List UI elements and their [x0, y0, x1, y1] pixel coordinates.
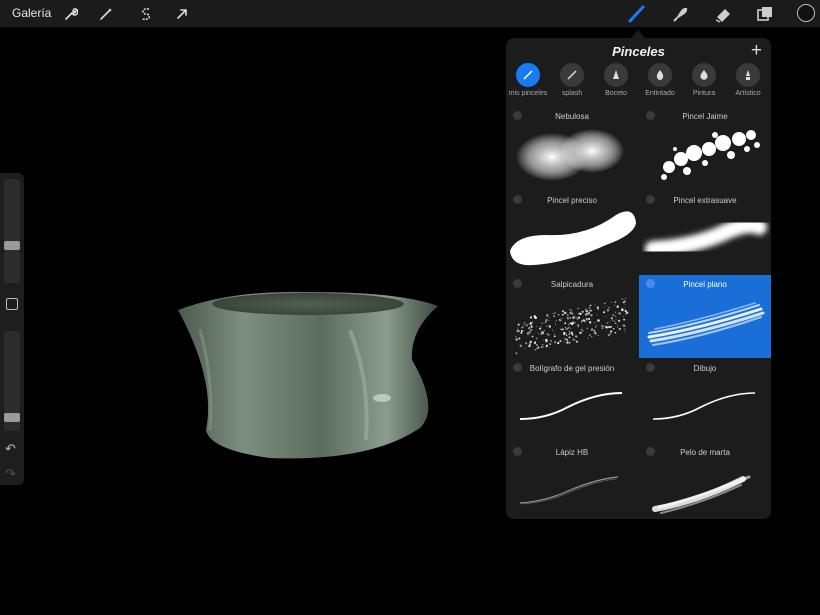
canvas-artwork	[170, 290, 450, 475]
undo-icon[interactable]: ↶	[5, 441, 16, 457]
brush-preview	[510, 211, 636, 266]
paint-drop-icon	[692, 63, 716, 87]
brush-set-icon	[560, 63, 584, 87]
add-brush-icon[interactable]: +	[751, 40, 762, 62]
brush-pelo-de-marta[interactable]: Pelo de marta	[639, 443, 771, 519]
brush-preview	[645, 217, 767, 257]
brush-name: Pincel preciso	[547, 196, 597, 205]
gallery-button[interactable]: Galería	[12, 6, 51, 20]
brush-name: Pelo de marta	[680, 448, 730, 457]
brush-preview	[652, 475, 751, 514]
brush-preview	[647, 302, 765, 346]
layers-icon[interactable]	[754, 3, 776, 25]
redo-icon[interactable]: ↷	[5, 466, 16, 482]
ink-drop-icon	[648, 63, 672, 87]
brush-name: Lápiz HB	[555, 448, 589, 457]
opacity-thumb[interactable]	[4, 412, 20, 422]
brush-set-label: mis pinceles	[508, 90, 548, 97]
brush-pincel-preciso[interactable]: Pincel preciso	[506, 191, 638, 274]
eraser-icon[interactable]	[712, 3, 734, 25]
brush-set-label: Pintura	[692, 90, 716, 97]
brush-salpicadura[interactable]: Salpicadura	[506, 275, 638, 358]
brush-set-row: mis pinceles splash Boceto Entintado Pin…	[506, 63, 771, 101]
brush-name: Pincel extrasuave	[673, 196, 737, 205]
brush-set-label: splash	[561, 90, 583, 97]
brush-nebulosa[interactable]: Nebulosa	[506, 107, 638, 190]
brush-preview	[519, 476, 619, 505]
pencil-tip-icon	[604, 63, 628, 87]
brush-preview	[519, 392, 623, 420]
brush-icon[interactable]	[626, 3, 648, 25]
side-toolbar: ↶ ↷	[0, 173, 24, 485]
color-picker-button[interactable]	[797, 4, 815, 22]
brush-set-icon	[516, 63, 540, 87]
fountain-pen-icon	[736, 63, 760, 87]
brush-set-splash[interactable]: splash	[550, 63, 594, 97]
brush-preview	[661, 130, 760, 180]
brush-preview	[515, 298, 629, 355]
brush-size-thumb[interactable]	[4, 240, 20, 250]
brush-name: Pincel plano	[683, 280, 727, 289]
brush-dibujo[interactable]: Dibujo	[639, 359, 771, 442]
brush-set-mis-pinceles[interactable]: mis pinceles	[506, 63, 550, 97]
selection-s-icon[interactable]	[136, 4, 156, 24]
brush-pincel-jaime[interactable]: Pincel Jaime	[639, 107, 771, 190]
brush-library-panel: Pinceles + mis pinceles splash Boceto En…	[506, 38, 771, 519]
brush-name: Bolígrafo de gel presión	[529, 364, 615, 373]
brush-pincel-plano[interactable]: Pincel plano	[639, 275, 771, 358]
panel-title: Pinceles	[612, 44, 665, 59]
brush-set-label: Boceto	[605, 90, 627, 97]
brush-set-artistico[interactable]: Artístico	[726, 63, 770, 97]
brush-pincel-extrasuave[interactable]: Pincel extrasuave	[639, 191, 771, 274]
brush-set-pintura[interactable]: Pintura	[682, 63, 726, 97]
transform-arrow-icon[interactable]	[172, 4, 192, 24]
brush-lapiz-hb[interactable]: Lápiz HB	[506, 443, 638, 519]
brush-preview	[652, 392, 756, 420]
modify-button[interactable]	[6, 298, 18, 310]
brush-name: Salpicadura	[550, 280, 594, 289]
brush-set-entintado[interactable]: Entintado	[638, 63, 682, 97]
brush-name: Pincel Jaime	[682, 112, 728, 121]
wrench-icon[interactable]	[61, 4, 81, 24]
brush-preview	[516, 129, 624, 181]
brush-set-label: Artístico	[735, 90, 761, 97]
top-toolbar: Galería	[0, 0, 820, 27]
brush-size-slider[interactable]	[4, 179, 20, 283]
brush-name: Dibujo	[693, 364, 717, 373]
brush-name: Nebulosa	[555, 112, 589, 121]
smudge-icon[interactable]	[670, 3, 692, 25]
brush-set-label: Entintado	[645, 90, 675, 97]
magic-wand-icon[interactable]	[96, 4, 116, 24]
brush-boligrafo-gel[interactable]: Bolígrafo de gel presión	[506, 359, 638, 442]
brush-set-boceto[interactable]: Boceto	[594, 63, 638, 97]
